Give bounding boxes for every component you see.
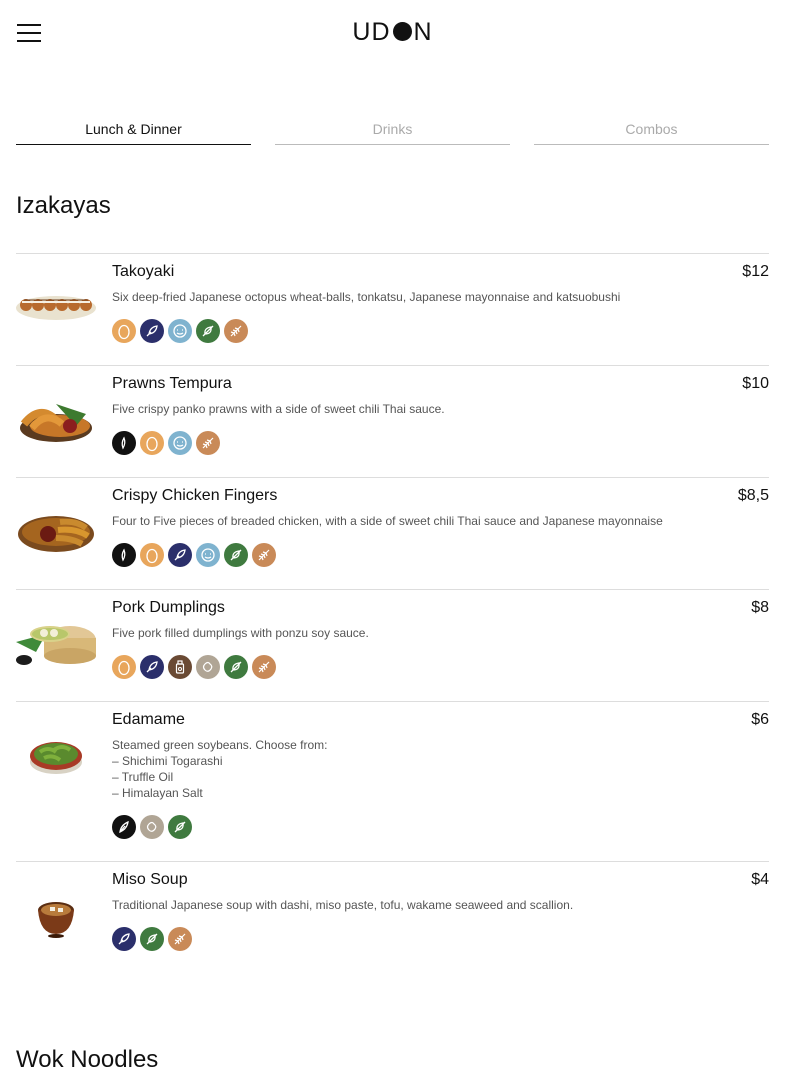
menu-item-description: Five pork filled dumplings with ponzu so… <box>112 626 369 640</box>
allergen-tags <box>112 543 769 567</box>
logo-text-left: UD <box>352 18 391 46</box>
logo-text-right: N <box>413 18 433 46</box>
menu-item-photo[interactable] <box>16 720 96 786</box>
fish-icon[interactable] <box>112 927 136 951</box>
menu-item-price: $6 <box>751 711 769 728</box>
soy-icon[interactable] <box>168 431 192 455</box>
menu-item[interactable]: Crispy Chicken Fingers $8,5 Four to Five p… <box>16 477 769 589</box>
fish-icon[interactable] <box>140 655 164 679</box>
allergen-tags <box>112 815 769 839</box>
menu-item-name[interactable]: Pork Dumplings <box>112 598 769 618</box>
tab-lunch-dinner[interactable]: Lunch & Dinner <box>16 118 251 145</box>
logo-dot-icon <box>392 22 412 41</box>
menu-item-name[interactable]: Takoyaki <box>112 262 769 282</box>
gluten-icon[interactable] <box>224 319 248 343</box>
menu-item-description: Steamed green soybeans. Choose from: – S… <box>112 738 328 800</box>
fish-icon[interactable] <box>140 319 164 343</box>
celery-icon[interactable] <box>140 927 164 951</box>
menu-item[interactable]: Edamame $6 Steamed green soybeans. Choose … <box>16 701 769 861</box>
allergen-tags <box>112 655 769 679</box>
peanut-icon[interactable] <box>196 655 220 679</box>
allergen-tags <box>112 431 769 455</box>
menu-item-price: $4 <box>751 871 769 888</box>
menu-item-description: Five crispy panko prawns with a side of … <box>112 402 445 416</box>
celery-icon[interactable] <box>196 319 220 343</box>
menu-item-description: Traditional Japanese soup with dashi, mi… <box>112 898 574 912</box>
menu-item-description: Six deep-fried Japanese octopus wheat-ba… <box>112 290 621 304</box>
egg-icon[interactable] <box>112 655 136 679</box>
gluten-icon[interactable] <box>252 543 276 567</box>
peanut-icon[interactable] <box>140 815 164 839</box>
menu-item-photo[interactable] <box>16 608 96 674</box>
menu-item[interactable]: Pork Dumplings $8 Five pork filled dumplin… <box>16 589 769 701</box>
menu-item-photo[interactable] <box>16 880 96 946</box>
vegan-icon[interactable] <box>112 815 136 839</box>
soy-icon[interactable] <box>196 543 220 567</box>
celery-icon[interactable] <box>168 815 192 839</box>
mustard-icon[interactable] <box>168 655 192 679</box>
menu-item-description: Four to Five pieces of breaded chicken, … <box>112 514 663 528</box>
tab-drinks[interactable]: Drinks <box>275 118 510 145</box>
menu-item[interactable]: Miso Soup $4 Traditional Japanese soup wit… <box>16 861 769 973</box>
menu-item-list: Takoyaki $12 Six deep-fried Japanese octop… <box>16 253 769 973</box>
menu-item-photo[interactable] <box>16 384 96 450</box>
sesame-icon[interactable] <box>112 543 136 567</box>
soy-icon[interactable] <box>168 319 192 343</box>
menu-item-name[interactable]: Miso Soup <box>112 870 769 890</box>
menu-item[interactable]: Takoyaki $12 Six deep-fried Japanese octop… <box>16 253 769 365</box>
logo[interactable]: UD N <box>0 18 785 47</box>
menu-item-name[interactable]: Edamame <box>112 710 769 730</box>
gluten-icon[interactable] <box>252 655 276 679</box>
egg-icon[interactable] <box>140 431 164 455</box>
menu-item[interactable]: Prawns Tempura $10 Five crispy panko prawn… <box>16 365 769 477</box>
menu-item-price: $10 <box>742 375 769 392</box>
celery-icon[interactable] <box>224 655 248 679</box>
menu-item-photo[interactable] <box>16 272 96 338</box>
sesame-icon[interactable] <box>112 431 136 455</box>
section-title-izakayas: Izakayas <box>16 192 111 219</box>
menu-item-price: $8 <box>751 599 769 616</box>
menu-item-name[interactable]: Crispy Chicken Fingers <box>112 486 769 506</box>
menu-item-price: $8,5 <box>737 487 769 504</box>
allergen-tags <box>112 927 769 951</box>
allergen-tags <box>112 319 769 343</box>
section-title-wok-noodles: Wok Noodles <box>16 1046 159 1073</box>
gluten-icon[interactable] <box>196 431 220 455</box>
menu-item-photo[interactable] <box>16 496 96 562</box>
gluten-icon[interactable] <box>168 927 192 951</box>
tab-combos[interactable]: Combos <box>534 118 769 145</box>
celery-icon[interactable] <box>224 543 248 567</box>
menu-item-price: $12 <box>742 263 769 280</box>
menu-item-name[interactable]: Prawns Tempura <box>112 374 769 394</box>
top-bar: UD N <box>0 0 785 66</box>
egg-icon[interactable] <box>140 543 164 567</box>
fish-icon[interactable] <box>168 543 192 567</box>
egg-icon[interactable] <box>112 319 136 343</box>
menu-tabs: Lunch & Dinner Drinks Combos <box>16 118 769 146</box>
